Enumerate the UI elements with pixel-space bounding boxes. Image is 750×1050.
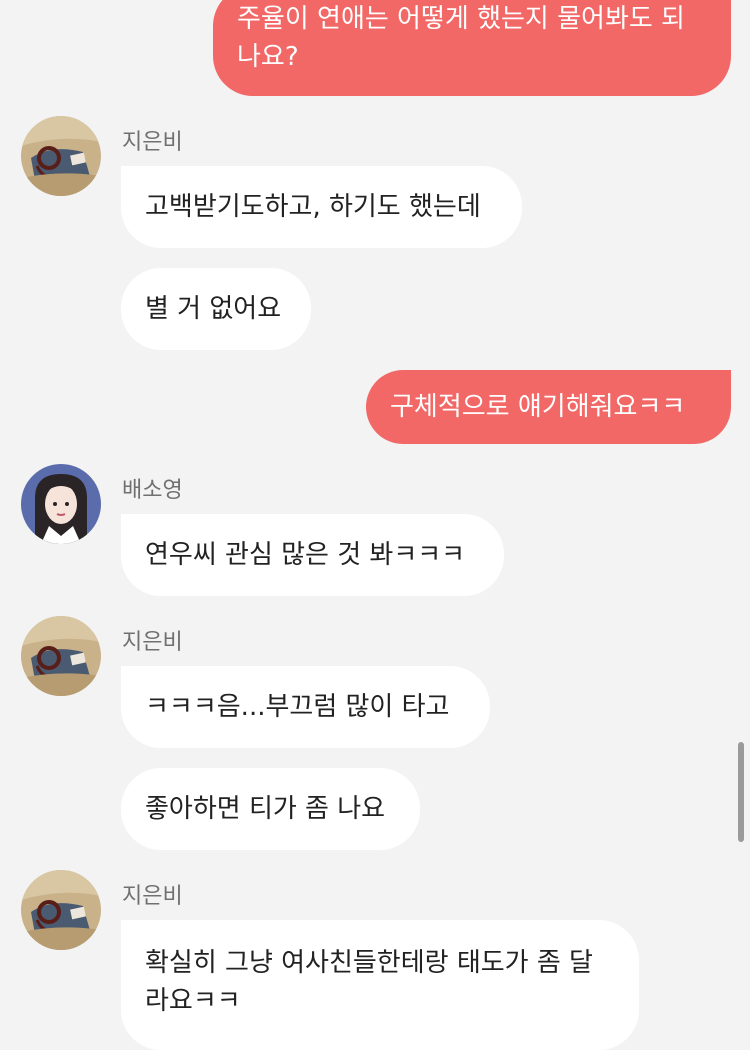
message-text-line: 구체적으로 얘기해줘요ㅋㅋ bbox=[390, 392, 686, 422]
message-text-line: 확실히 그냥 여사친들한테랑 태도가 좀 달 bbox=[145, 948, 593, 978]
incoming-message-bubble[interactable]: 좋아하면 티가 좀 나요 bbox=[121, 768, 420, 850]
message-text-line: ㅋㅋㅋ음...부끄럼 많이 타고 bbox=[145, 692, 450, 722]
incoming-message-bubble[interactable]: 연우씨 관심 많은 것 봐ㅋㅋㅋ bbox=[121, 514, 504, 596]
message-text-line: 연우씨 관심 많은 것 봐ㅋㅋㅋ bbox=[145, 540, 466, 570]
incoming-message-bubble[interactable]: 고백받기도하고, 하기도 했는데 bbox=[121, 166, 522, 248]
incoming-message-bubble[interactable]: ㅋㅋㅋ음...부끄럼 많이 타고 bbox=[121, 666, 490, 748]
outgoing-message-bubble[interactable]: 주율이 연애는 어떻게 했는지 물어봐도 되 나요? bbox=[213, 0, 731, 96]
message-text-line: 좋아하면 티가 좀 나요 bbox=[145, 794, 386, 824]
sender-name: 지은비 bbox=[122, 130, 183, 155]
incoming-message-bubble[interactable]: 별 거 없어요 bbox=[121, 268, 311, 350]
baesoyoung-avatar-illustration[interactable] bbox=[21, 464, 101, 544]
sender-name: 지은비 bbox=[122, 884, 183, 909]
jieunbi-avatar-photo[interactable] bbox=[21, 870, 101, 950]
message-text-line: 별 거 없어요 bbox=[145, 294, 282, 324]
message-text-line: 나요? bbox=[237, 42, 299, 72]
message-text-line: 라요ㅋㅋ bbox=[145, 986, 241, 1016]
jieunbi-avatar-photo[interactable] bbox=[21, 616, 101, 696]
sender-name: 지은비 bbox=[122, 630, 183, 655]
incoming-message-bubble[interactable]: 확실히 그냥 여사친들한테랑 태도가 좀 달 라요ㅋㅋ bbox=[121, 920, 639, 1050]
outgoing-message-bubble[interactable]: 구체적으로 얘기해줘요ㅋㅋ bbox=[366, 370, 731, 444]
chat-thread[interactable]: 주율이 연애는 어떻게 했는지 물어봐도 되 나요? 지은비 고백받기도하고, … bbox=[0, 0, 750, 1050]
message-text-line: 고백받기도하고, 하기도 했는데 bbox=[145, 192, 481, 222]
jieunbi-avatar-photo[interactable] bbox=[21, 116, 101, 196]
sender-name: 배소영 bbox=[122, 478, 183, 503]
scrollbar-thumb[interactable] bbox=[738, 742, 744, 842]
message-text-line: 주율이 연애는 어떻게 했는지 물어봐도 되 bbox=[237, 4, 685, 34]
